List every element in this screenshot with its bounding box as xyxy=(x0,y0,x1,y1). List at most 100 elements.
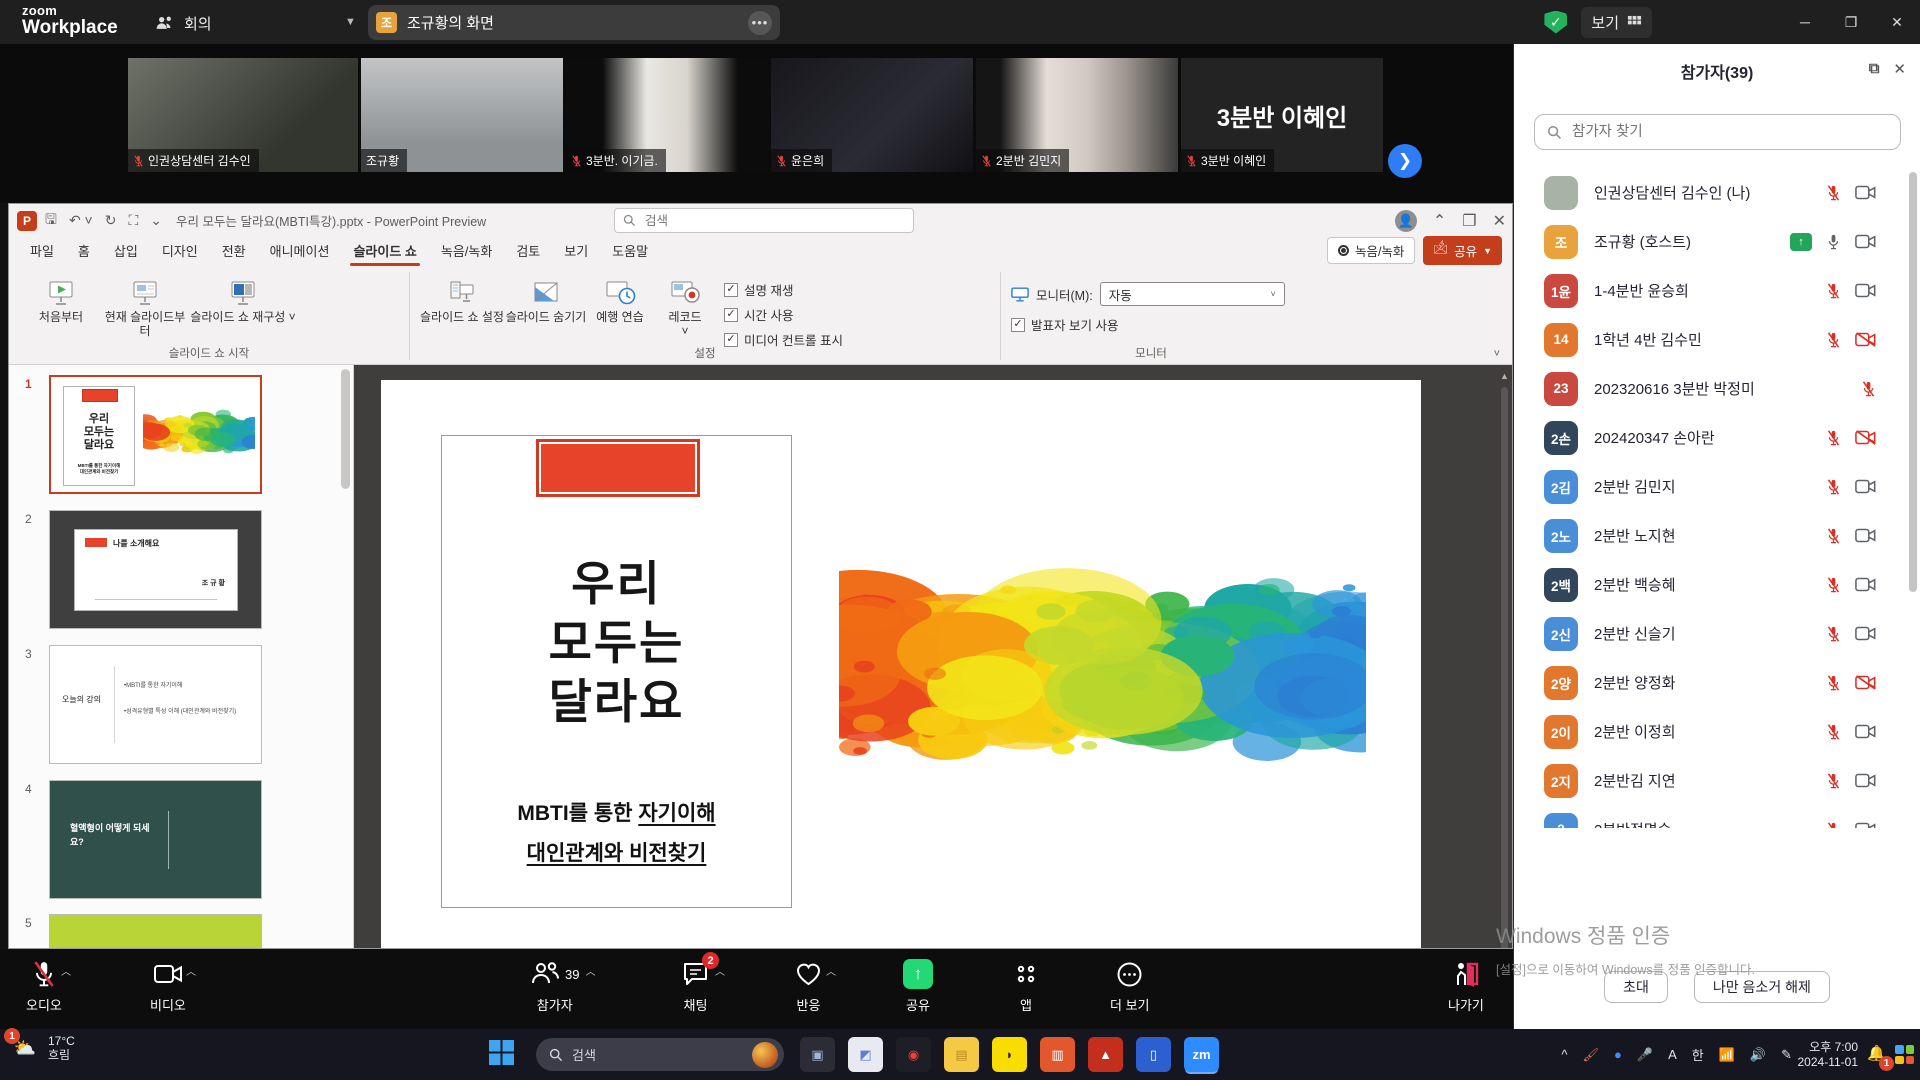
tab-meeting[interactable]: 회의 xyxy=(155,8,212,38)
record-slideshow-button[interactable]: 레코드˅ xyxy=(652,274,718,338)
more-button[interactable]: 더 보기 xyxy=(1110,959,1150,1014)
save-icon[interactable]: 🖫 xyxy=(45,209,57,233)
minimize-button[interactable]: ─ xyxy=(1782,0,1828,44)
wifi-icon[interactable]: 📶 xyxy=(1719,1047,1735,1063)
ime-korean-indicator[interactable]: 한 xyxy=(1692,1045,1704,1064)
video-tile[interactable]: 조규황 xyxy=(361,58,563,172)
tab-shared-screen[interactable]: 조 조규황의 화면 ••• xyxy=(368,5,780,40)
popout-icon[interactable]: ⧉ xyxy=(1869,60,1880,78)
from-start-button[interactable]: 처음부터 xyxy=(19,274,103,324)
hide-slide-button[interactable]: 슬라이드 숨기기 xyxy=(504,274,588,324)
participants-options-chevron[interactable]: ︿ xyxy=(585,963,595,978)
photos-app-icon[interactable]: ◩ xyxy=(848,1037,883,1072)
video-options-chevron[interactable]: ︿ xyxy=(186,963,196,978)
canvas-scrollbar[interactable]: ▲ ▼ xyxy=(1499,371,1510,949)
ribbon-tab-도움말[interactable]: 도움말 xyxy=(601,235,659,268)
restore-button[interactable]: ❐ xyxy=(1828,0,1874,44)
video-tile[interactable]: 3분반. 이기금. xyxy=(566,58,768,172)
video-tile[interactable]: 2분반 김민지 xyxy=(976,58,1178,172)
reactions-button[interactable]: ︿ 반응 xyxy=(795,959,822,1014)
chat-button[interactable]: 2 ︿ 채팅 xyxy=(682,959,709,1014)
ribbon-tab-보기[interactable]: 보기 xyxy=(553,235,599,268)
close-button[interactable]: ✕ xyxy=(1874,0,1920,44)
ppt-close-icon[interactable]: ✕ xyxy=(1493,211,1506,231)
audio-options-chevron[interactable]: ︿ xyxy=(61,963,71,978)
screen-capture-app-icon[interactable]: ▣ xyxy=(800,1037,835,1072)
undo-icon[interactable]: ↶ ˅ xyxy=(69,212,93,229)
close-panel-icon[interactable]: ✕ xyxy=(1893,60,1906,78)
video-tile[interactable]: 윤은희 xyxy=(771,58,973,172)
checkbox-설명재생[interactable]: ✓설명 재생 xyxy=(724,280,843,299)
ribbon-tab-전환[interactable]: 전환 xyxy=(211,235,257,268)
customize-qat-icon[interactable]: ⌄ xyxy=(150,212,162,229)
ribbon-tab-디자인[interactable]: 디자인 xyxy=(151,235,209,268)
participant-row[interactable]: 2신 2분반 신슬기 xyxy=(1514,609,1920,658)
monitor-dropdown[interactable]: 자동 ˅ xyxy=(1100,282,1285,306)
weather-widget[interactable]: ⛅ 1 17°C 흐림 xyxy=(10,1033,75,1063)
zoom-app-icon[interactable]: zm xyxy=(1184,1037,1219,1072)
ribbon-display-options-icon[interactable]: ⌃ xyxy=(1433,211,1446,231)
tab-options-icon[interactable]: ••• xyxy=(748,11,772,35)
redo-icon[interactable]: ↻ xyxy=(105,212,117,229)
participant-row[interactable]: 1윤 1-4분반 윤승희 xyxy=(1514,266,1920,315)
participant-search-input[interactable] xyxy=(1570,123,1888,141)
setup-slideshow-button[interactable]: 슬라이드 쇼 설정 xyxy=(420,274,504,324)
ime-a-indicator[interactable]: A xyxy=(1668,1047,1677,1062)
participant-row[interactable]: 2양 2분반 양정화 xyxy=(1514,658,1920,707)
next-videos-button[interactable]: ❯ xyxy=(1388,144,1422,178)
checkbox-시간사용[interactable]: ✓시간 사용 xyxy=(724,305,843,324)
rehearse-timings-button[interactable]: 예행 연습 xyxy=(588,274,652,324)
kakaotalk-icon[interactable]: ◗ xyxy=(992,1037,1027,1072)
ribbon-tab-검토[interactable]: 검토 xyxy=(505,235,551,268)
reactions-options-chevron[interactable]: ︿ xyxy=(826,963,836,978)
start-from-beginning-icon[interactable]: ⛶ xyxy=(128,212,138,229)
participant-row[interactable]: 조 조규황 (호스트) ↑ xyxy=(1514,217,1920,266)
audio-button[interactable]: ︿ 오디오 xyxy=(26,959,62,1014)
custom-slideshow-button[interactable]: 슬라이드 쇼 재구성 ˅ xyxy=(188,274,298,324)
share-screen-button[interactable]: ↑ 공유 xyxy=(903,959,933,1014)
slide-thumbnail-3[interactable]: 오늘의 강의 •MBTI를 통한 자기이해 •성격유형별 특성 이해 (대인관계… xyxy=(49,645,262,764)
taskbar-search[interactable]: 검색 xyxy=(536,1038,784,1071)
slide-thumbnail-4[interactable]: 혈액형이 어떻게 되세요? xyxy=(49,780,262,899)
participant-row[interactable]: 2백 2분반 백승혜 xyxy=(1514,560,1920,609)
ribbon-tab-애니메이션[interactable]: 애니메이션 xyxy=(259,235,341,268)
ppt-restore-icon[interactable]: ❐ xyxy=(1462,211,1476,231)
ribbon-tab-녹음/녹화[interactable]: 녹음/녹화 xyxy=(430,235,503,268)
security-shield-icon[interactable]: ✓ xyxy=(1544,11,1567,34)
tray-brush-icon[interactable]: 🖌 xyxy=(1583,1047,1600,1063)
record-toggle[interactable]: 녹음/녹화 xyxy=(1327,237,1415,264)
chrome-browser-icon[interactable]: ◉ xyxy=(896,1037,931,1072)
tray-chevron-icon[interactable]: ^ xyxy=(1561,1047,1567,1062)
tray-app-icon[interactable]: ● xyxy=(1614,1047,1622,1062)
pdf-reader-icon[interactable]: ▲ xyxy=(1088,1037,1123,1072)
tray-mic-icon[interactable]: 🎤 xyxy=(1637,1047,1653,1063)
ppt-search-box[interactable] xyxy=(614,208,914,233)
start-button[interactable] xyxy=(488,1039,515,1071)
participant-row[interactable]: 2김 2분반 김민지 xyxy=(1514,462,1920,511)
pen-icon[interactable]: ✎ xyxy=(1781,1047,1792,1063)
apps-button[interactable]: 앱 xyxy=(1013,959,1039,1014)
ribbon-tab-삽입[interactable]: 삽입 xyxy=(103,235,149,268)
participants-scrollbar[interactable] xyxy=(1909,172,1917,592)
participant-row[interactable]: 14 1학년 4반 김수민 xyxy=(1514,315,1920,364)
notebook-app-icon[interactable]: ▯ xyxy=(1136,1037,1171,1072)
leave-button[interactable]: 나가기 xyxy=(1448,959,1484,1014)
brand-chevron-down-icon[interactable]: ▼ xyxy=(345,16,356,28)
video-tile[interactable]: 3분반 이혜인 3분반 이혜인 xyxy=(1181,58,1383,172)
volume-icon[interactable]: 🔊 xyxy=(1750,1047,1766,1063)
invite-button[interactable]: 초대 xyxy=(1604,971,1668,1003)
collapse-ribbon-icon[interactable]: ˅ xyxy=(1494,348,1500,360)
slide-thumbnail-2[interactable]: 나를 소개해요 조 규 황 xyxy=(49,510,262,629)
video-tile[interactable]: 인권상담센터 김수인 xyxy=(128,58,358,172)
participant-row[interactable]: 2 2분반정명숙 xyxy=(1514,805,1920,828)
ppt-share-button[interactable]: 🖄 공유 ▼ xyxy=(1423,236,1502,265)
ribbon-tab-홈[interactable]: 홈 xyxy=(67,235,101,268)
account-avatar[interactable]: 👤 xyxy=(1395,210,1417,232)
participant-row[interactable]: 인권상담센터 김수인 (나) xyxy=(1514,168,1920,217)
participant-row[interactable]: 2손 202420347 손아란 xyxy=(1514,413,1920,462)
view-button[interactable]: 보기 xyxy=(1581,7,1652,38)
ribbon-tab-파일[interactable]: 파일 xyxy=(19,235,65,268)
video-button[interactable]: ︿ 비디오 xyxy=(150,959,186,1014)
thumbnail-scrollbar[interactable] xyxy=(341,369,350,489)
office-chart-app-icon[interactable]: ▥ xyxy=(1040,1037,1075,1072)
